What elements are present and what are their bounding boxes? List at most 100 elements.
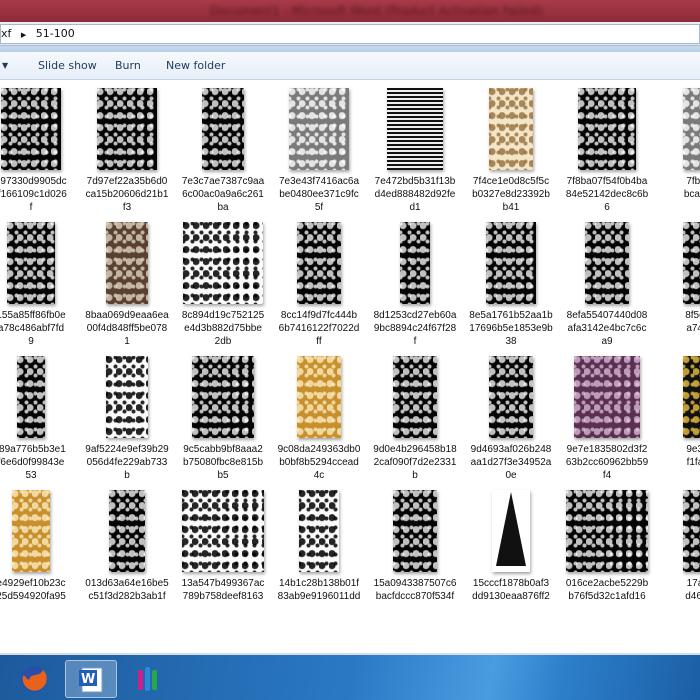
file-name-line: d1 bbox=[409, 202, 421, 213]
file-item[interactable]: 7e472bd5b31f13b d4ed888482d92fe d1 bbox=[367, 88, 463, 214]
file-name-line: 9e399b bbox=[686, 444, 700, 455]
file-item[interactable]: 17ace9 d46afc1 bbox=[655, 490, 700, 603]
thumbnail-image bbox=[683, 222, 700, 304]
file-name-line: 0e bbox=[505, 470, 517, 481]
file-name: 15a0943387507c6 bacfdccc870f534f bbox=[367, 577, 463, 603]
window-title: Document1 - Microsoft Word (Product Acti… bbox=[210, 4, 543, 18]
thumbnail-image bbox=[192, 356, 254, 438]
file-name-line: b0bf8b5294ccead bbox=[279, 457, 359, 468]
file-item[interactable]: 14b1c28b138b01f 83ab9e9196011dd bbox=[271, 490, 367, 603]
breadcrumb-arrow-icon[interactable]: ▶ bbox=[21, 31, 26, 39]
taskbar-app[interactable] bbox=[122, 660, 174, 698]
thumbnail-image bbox=[387, 88, 443, 170]
file-name: 9e399b f1fa01c bbox=[655, 443, 700, 469]
file-item[interactable]: 9af5224e9ef39b29 056d4fe229ab733 b bbox=[79, 356, 175, 482]
file-name: 13a547b499367ac 789b758deef8163 bbox=[175, 577, 271, 603]
file-name-line: ff166109c1d026 bbox=[0, 189, 67, 200]
file-name: 7f8ba07f54f0b4ba 84e52142dec8c6b 6 bbox=[559, 175, 655, 214]
thumbnail-image bbox=[12, 490, 50, 572]
file-item[interactable]: 9c08da249363db0 b0bf8b5294ccead 4c bbox=[271, 356, 367, 482]
taskbar-firefox[interactable] bbox=[8, 660, 60, 698]
file-name-line: 15cccf1878b0af3 bbox=[472, 578, 550, 589]
file-name-line: 4c bbox=[313, 470, 325, 481]
file-item[interactable]: 8c894d19c752125 e4d3b882d75bbe 2db bbox=[175, 222, 271, 348]
file-name-line: f bbox=[413, 336, 417, 347]
dropdown-arrow-icon[interactable]: ▼ bbox=[2, 61, 8, 70]
file-name-line: 9d4693af026b248 bbox=[470, 444, 552, 455]
thumbnail-image bbox=[400, 222, 430, 304]
file-item[interactable]: 9d0e4b296458b18 2caf090f7d2e2331 b bbox=[367, 356, 463, 482]
file-item[interactable]: 9d4693af026b248 aa1d27f3e34952a 0e bbox=[463, 356, 559, 482]
file-item[interactable]: 8f5cad8 a74d449 bbox=[655, 222, 700, 348]
thumbnail-image bbox=[585, 222, 629, 304]
file-name-line: b41 bbox=[502, 202, 520, 213]
file-name: 155a85ff86fb0e a78c486abf7fd 9 bbox=[0, 309, 79, 348]
file-grid: c97330d9905dc ff166109c1d026 f 7d97ef22a35b… bbox=[0, 81, 700, 626]
file-name-line: 056d4fe229ab733 bbox=[86, 457, 168, 468]
burn-button[interactable]: Burn bbox=[115, 59, 141, 72]
file-item[interactable]: 9e7e1835802d3f2 63b2cc60962bb59 f4 bbox=[559, 356, 655, 482]
file-item[interactable]: 7f8ba07f54f0b4ba 84e52142dec8c6b 6 bbox=[559, 88, 655, 214]
file-name: 013d63a64e16be5 c51f3d282b3ab1f bbox=[79, 577, 175, 603]
address-bar[interactable]: xf ▶ 51-100 bbox=[0, 22, 700, 46]
file-item[interactable]: 8efa55407440d08 afa3142e4bc7c6c a9 bbox=[559, 222, 655, 348]
file-name-line: dd9130eaa876ff2 bbox=[472, 591, 550, 602]
file-name: 8baa069d9eaa6ea 00f4d848ff5be078 1 bbox=[79, 309, 175, 348]
file-name-line: bca6322 bbox=[683, 189, 700, 200]
file-name-line: 15a0943387507c6 bbox=[373, 578, 457, 589]
file-item[interactable]: 155a85ff86fb0e a78c486abf7fd 9 bbox=[0, 222, 79, 348]
file-name: 8cc14f9d7fc444b 6b7416122f7022d ff bbox=[271, 309, 367, 348]
file-item[interactable]: 8d1253cd27eb60a 9bc8894c24f67f28 f bbox=[367, 222, 463, 348]
file-name-line: 7e3c7ae7387c9aa bbox=[181, 176, 265, 187]
file-name-line: 9c08da249363db0 bbox=[277, 444, 361, 455]
file-item[interactable]: 7d97ef22a35b6d0 ca15b20606d21b1 f3 bbox=[79, 88, 175, 214]
new-folder-button[interactable]: New folder bbox=[166, 59, 225, 72]
file-name: 9af5224e9ef39b29 056d4fe229ab733 b bbox=[79, 443, 175, 482]
thumbnail-image bbox=[202, 88, 244, 170]
file-item[interactable]: 7e3c7ae7387c9aa 6c00ac0a9a6c261 ba bbox=[175, 88, 271, 214]
word-icon: W bbox=[79, 667, 103, 693]
file-item[interactable]: 8cc14f9d7fc444b 6b7416122f7022d ff bbox=[271, 222, 367, 348]
file-item[interactable]: f89a776b5b3e1 f6e6d0f99843e 53 bbox=[0, 356, 79, 482]
app-icon bbox=[138, 667, 157, 691]
file-item[interactable]: 9c5cabb9bf8aaa2 b75080fbc8e815b b5 bbox=[175, 356, 271, 482]
file-name-line: 38 bbox=[505, 336, 517, 347]
thumbnail-image bbox=[489, 356, 533, 438]
file-item[interactable]: 016ce2acbe5229b b76f5d32c1afd16 bbox=[559, 490, 655, 603]
thumbnail-image bbox=[683, 88, 700, 170]
file-item[interactable]: 15a0943387507c6 bacfdccc870f534f bbox=[367, 490, 463, 603]
file-name-line: c51f3d282b3ab1f bbox=[88, 591, 166, 602]
file-name: 7e3e43f7416ac6a be0480ee371c9fc 5f bbox=[271, 175, 367, 214]
tree-silhouette bbox=[496, 492, 526, 566]
file-item[interactable]: e4929ef10b23c 25d594920fa95 bbox=[0, 490, 79, 603]
file-name: 15cccf1878b0af3 dd9130eaa876ff2 bbox=[463, 577, 559, 603]
taskbar-word[interactable]: W bbox=[65, 660, 117, 698]
file-name: 9d0e4b296458b18 2caf090f7d2e2331 b bbox=[367, 443, 463, 482]
file-name-line: 13a547b499367ac bbox=[181, 578, 265, 589]
file-item[interactable]: 8e5a1761b52aa1b 17696b5e1853e9b 38 bbox=[463, 222, 559, 348]
file-name-line: 9d0e4b296458b18 bbox=[373, 444, 457, 455]
file-item[interactable]: 7f4ce1e0d8c5f5c b0327e8d23392b b41 bbox=[463, 88, 559, 214]
firefox-icon bbox=[21, 666, 47, 692]
file-name-line: afa3142e4bc7c6c bbox=[567, 323, 647, 334]
file-name-line: 9 bbox=[655, 335, 700, 348]
file-name-line: 6c00ac0a9a6c261 bbox=[182, 189, 264, 200]
file-item[interactable]: 013d63a64e16be5 c51f3d282b3ab1f bbox=[79, 490, 175, 603]
file-item[interactable]: 13a547b499367ac 789b758deef8163 bbox=[175, 490, 271, 603]
breadcrumb-item[interactable]: 51-100 bbox=[36, 27, 75, 40]
file-item[interactable]: 15cccf1878b0af3 dd9130eaa876ff2 bbox=[463, 490, 559, 603]
file-item[interactable]: 7e3e43f7416ac6a be0480ee371c9fc 5f bbox=[271, 88, 367, 214]
file-name-line: b bbox=[412, 470, 418, 481]
file-item[interactable]: 9e399b f1fa01c bbox=[655, 356, 700, 469]
thumbnail-image bbox=[574, 356, 640, 438]
file-name-line: 8baa069d9eaa6ea bbox=[85, 310, 169, 321]
file-name: 7fb5f01 bca6322 bbox=[655, 175, 700, 201]
slide-show-button[interactable]: Slide show bbox=[38, 59, 97, 72]
file-name-line: 8d1253cd27eb60a bbox=[373, 310, 457, 321]
file-item[interactable]: 8baa069d9eaa6ea 00f4d848ff5be078 1 bbox=[79, 222, 175, 348]
file-item[interactable]: 7fb5f01 bca6322 bbox=[655, 88, 700, 201]
breadcrumb-item[interactable]: xf bbox=[1, 27, 11, 40]
file-name-line: 84e52142dec8c6b bbox=[565, 189, 649, 200]
file-name: f89a776b5b3e1 f6e6d0f99843e 53 bbox=[0, 443, 79, 482]
file-item[interactable]: c97330d9905dc ff166109c1d026 f bbox=[0, 88, 79, 214]
